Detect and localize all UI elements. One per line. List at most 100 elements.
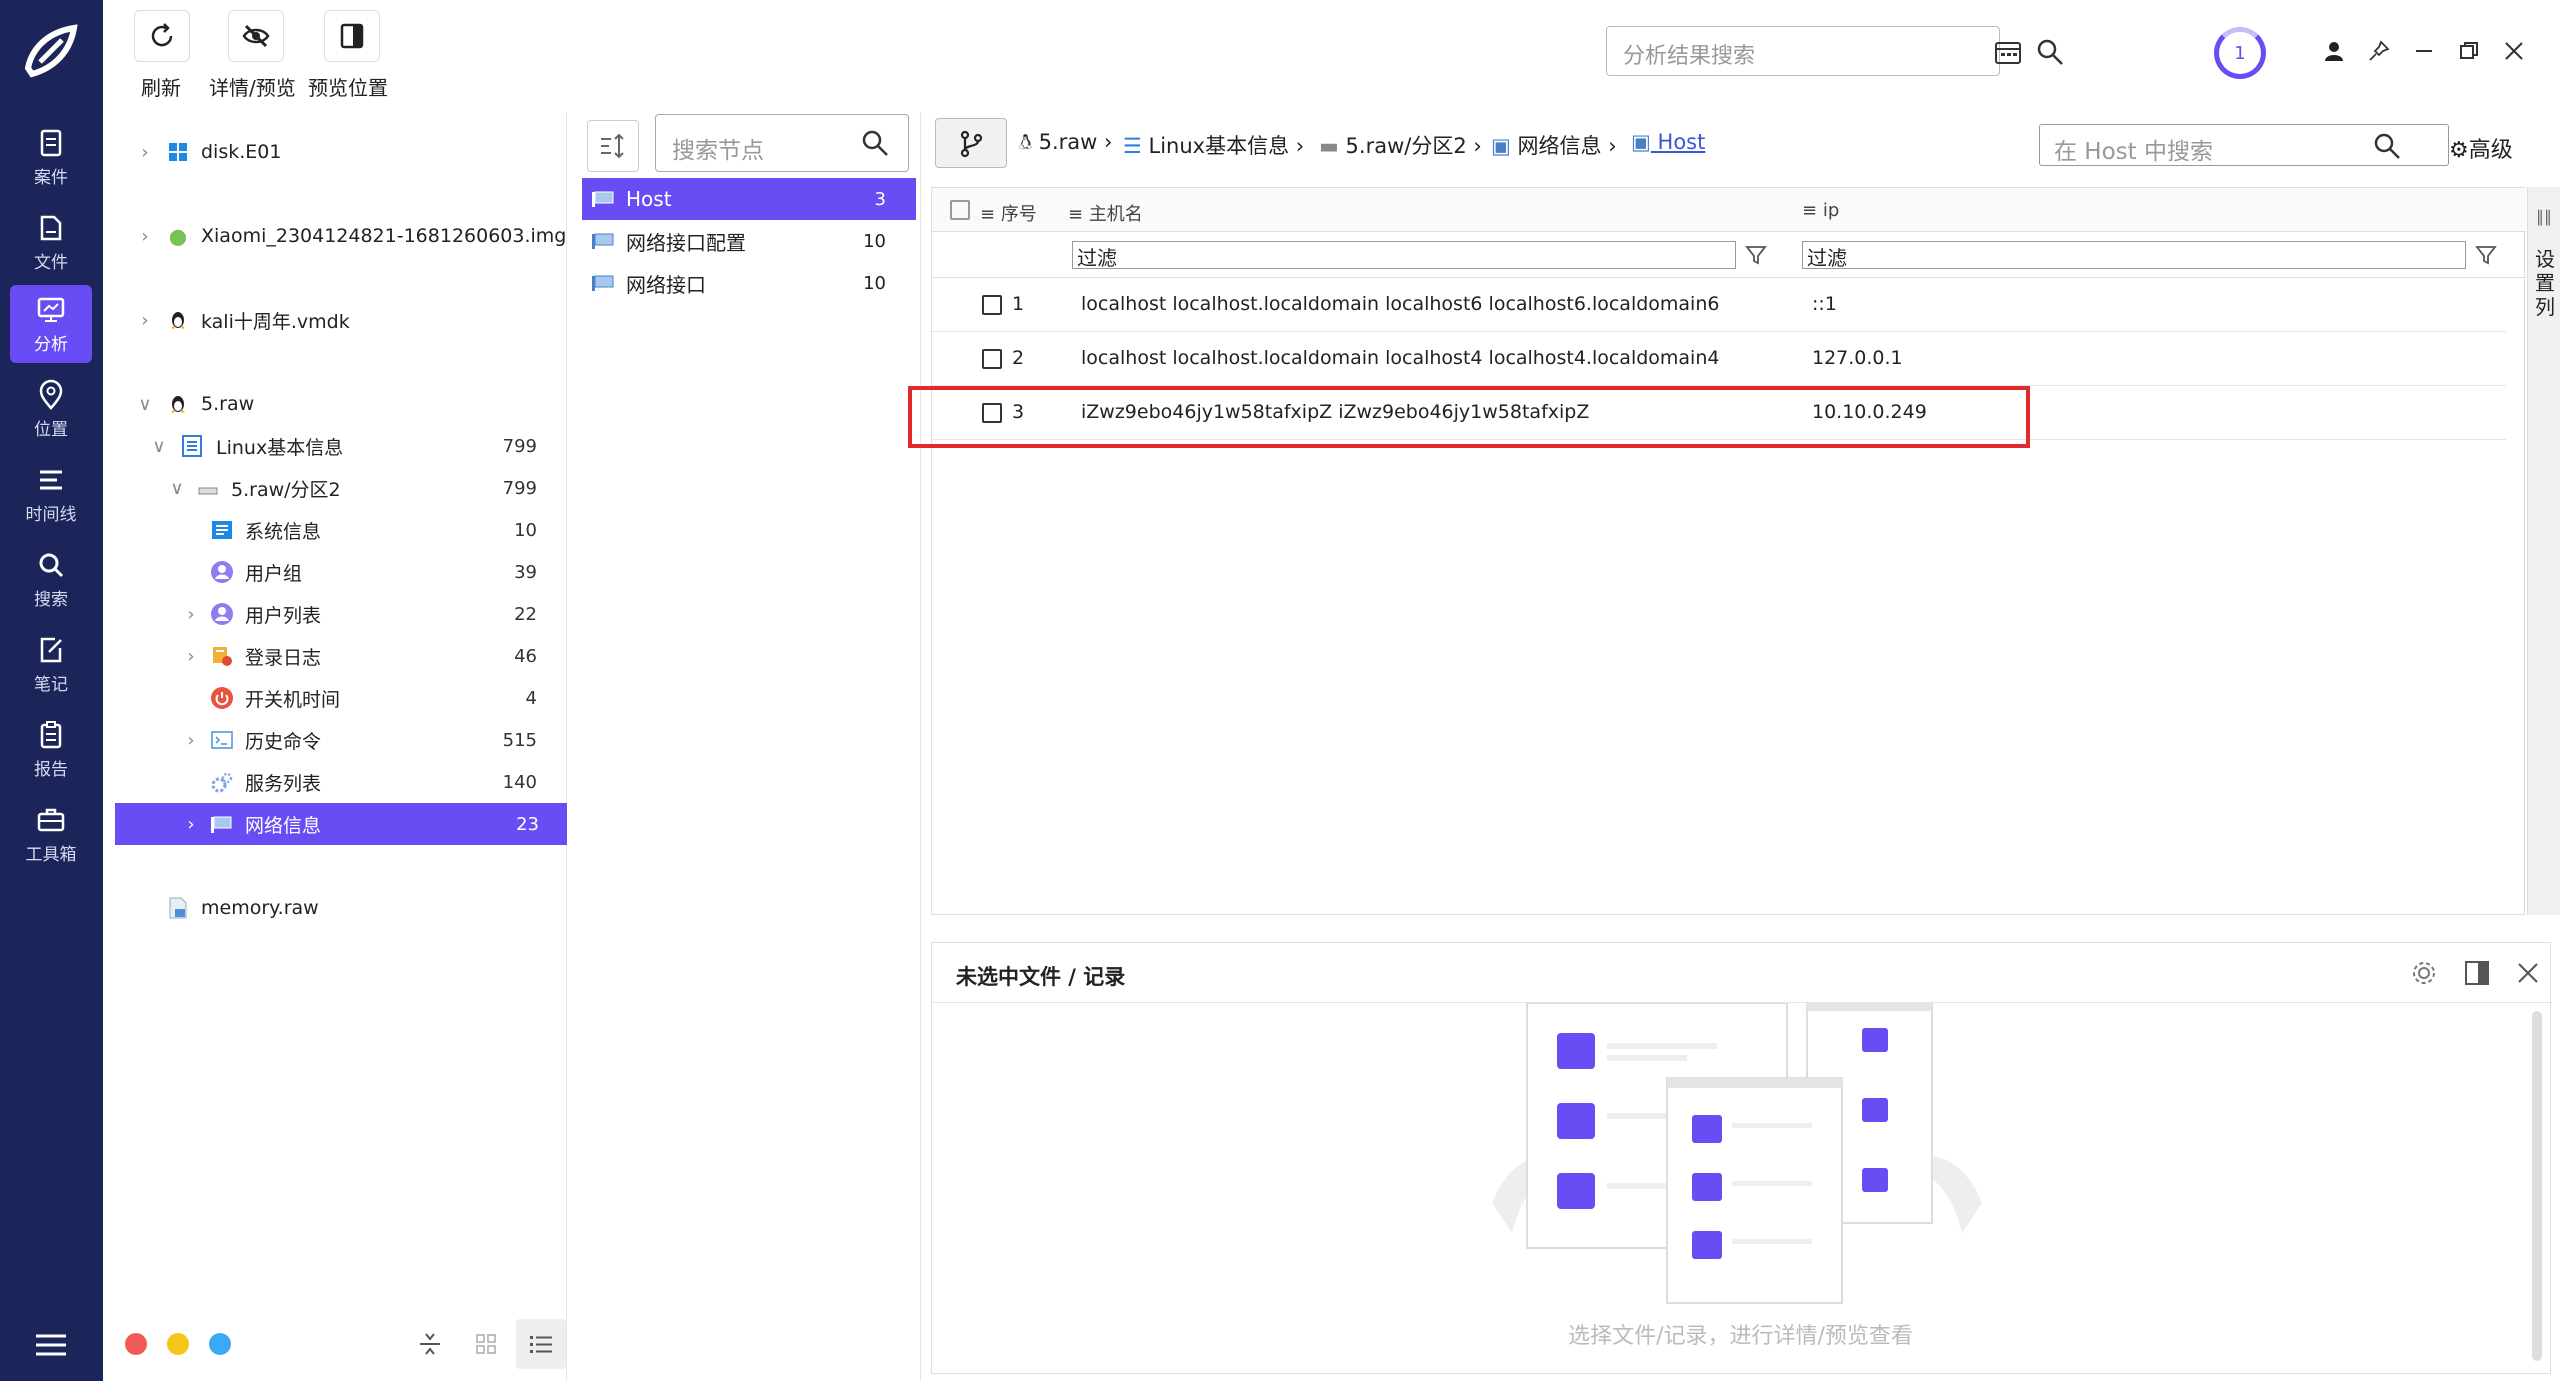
restore-icon[interactable] [2458,40,2480,62]
tree-item-label: 系统信息 [245,520,322,543]
crumb-network-info[interactable]: ▣ 网络信息 › [1491,130,1617,160]
settings-icon[interactable] [2410,959,2438,987]
crumb-label: Host [1657,130,1706,154]
sort-button[interactable] [587,120,639,172]
nav-notes[interactable]: 笔记 [10,625,92,703]
tree-item-user-list[interactable]: › 用户列表 22 [103,593,567,635]
tree-item-history-cmd[interactable]: › 历史命令 515 [103,719,567,761]
column-settings-tab[interactable]: ∥∥ 设置列 [2527,187,2560,915]
chevron-right-icon[interactable]: › [181,604,201,625]
node-item-interface-config[interactable]: 网络接口配置 10 [582,220,916,262]
close-icon[interactable] [2503,40,2525,62]
ip-filter-input[interactable]: 过滤 [1802,241,2466,270]
tree-item-login-log[interactable]: › 登录日志 46 [103,635,567,677]
search-icon[interactable] [860,128,890,158]
filter-icon[interactable] [1744,243,1768,267]
chevron-right-icon[interactable]: › [181,730,201,751]
tree-item-service-list[interactable]: 服务列表 140 [103,761,567,803]
tree-item-label: 用户组 [245,562,303,585]
refresh-button[interactable] [134,10,190,62]
chevron-down-icon[interactable]: ∨ [167,478,187,499]
tree-item-5-raw[interactable]: ∨ 5.raw [103,383,567,425]
branch-button[interactable] [935,118,1007,168]
nav-toolbox[interactable]: 工具箱 [10,795,92,873]
nav-analysis[interactable]: 分析 [10,285,92,363]
crumb-linux-info[interactable]: ☰ Linux基本信息 › [1123,130,1304,160]
search-icon[interactable] [2035,37,2065,67]
close-icon[interactable] [2516,961,2540,985]
row-number: 1 [1012,293,1025,315]
column-header-seq[interactable]: ≡ 序号 [980,200,1037,226]
column-header-ip[interactable]: ≡ ip [1802,200,1839,221]
tree-item-count: 22 [514,603,537,625]
filter-icon[interactable] [2474,243,2498,267]
chevron-down-icon[interactable]: ∨ [135,394,155,415]
collapse-icon[interactable] [417,1331,443,1357]
table-row[interactable]: 2 localhost localhost.localdomain localh… [932,332,2506,386]
node-item-interface[interactable]: 网络接口 10 [582,262,916,304]
nav-location[interactable]: 位置 [10,370,92,448]
list-doc-icon: ☰ [1123,134,1142,158]
table-row[interactable]: 1 localhost localhost.localdomain localh… [932,278,2506,332]
chevron-down-icon[interactable]: ∨ [149,436,169,457]
search-icon[interactable] [2372,131,2402,161]
user-icon[interactable] [2323,40,2345,62]
node-item-count: 10 [863,230,886,252]
panel-right-icon[interactable] [2463,959,2491,987]
nav-report[interactable]: 报告 [10,710,92,788]
network-icon [592,233,614,249]
row-checkbox[interactable] [982,295,1002,315]
crumb-partition2[interactable]: ▬ 5.raw/分区2 › [1319,130,1482,160]
column-settings-icon: ∥∥ [2536,207,2552,226]
select-all-checkbox[interactable] [950,200,970,220]
menu-icon[interactable] [34,1330,68,1360]
node-search-input[interactable]: 搜索节点 [655,114,909,172]
chevron-right-icon[interactable]: › [135,142,155,163]
list-view-button[interactable] [516,1319,566,1369]
tree-item-xiaomi-img[interactable]: › ⬤ Xiaomi_2304124821-1681260603.img [103,215,567,257]
chevron-right-icon[interactable]: › [135,310,155,331]
user-group-icon [211,561,233,583]
detail-preview-button[interactable] [228,10,284,62]
host-search-input[interactable]: 在 Host 中搜索 [2039,124,2449,166]
tree-item-system-info[interactable]: 系统信息 10 [103,509,567,551]
tree-item-disk-e01[interactable]: › disk.E01 [103,131,567,173]
chevron-right-icon[interactable]: › [181,814,201,835]
preview-scrollbar[interactable] [2532,1011,2542,1361]
red-tag-dot[interactable] [125,1333,147,1355]
tree-item-partition2[interactable]: ∨ 5.raw/分区2 799 [103,467,567,509]
nav-search[interactable]: 搜索 [10,540,92,618]
node-item-host[interactable]: Host 3 [582,178,916,220]
tree-item-network-info[interactable]: › 网络信息 23 [115,803,569,845]
tree-item-label: 服务列表 [245,772,322,795]
column-header-host[interactable]: ≡ 主机名 [1068,200,1143,226]
preview-position-button[interactable] [324,10,380,62]
tree-item-linux-info[interactable]: ∨ Linux基本信息 799 [103,425,567,467]
blue-tag-dot[interactable] [209,1333,231,1355]
tree-item-user-group[interactable]: 用户组 39 [103,551,567,593]
grid-view-icon[interactable] [475,1333,497,1355]
chevron-right-icon[interactable]: › [135,226,155,247]
system-info-icon [211,519,233,541]
task-progress-indicator[interactable]: 1 [2214,27,2266,79]
nav-file[interactable]: 文件 [10,203,92,281]
app-window: 案件 文件 分析 位置 时间线 搜索 笔记 报告 工具箱 刷新 详情/预览 预览… [0,0,2560,1381]
advanced-search-button[interactable]: ⚙高级 [2449,132,2513,164]
pin-icon[interactable] [2368,40,2390,62]
calendar-icon[interactable] [1993,37,2023,67]
yellow-tag-dot[interactable] [167,1333,189,1355]
nav-case[interactable]: 案件 [10,118,92,196]
analysis-search-input[interactable]: 分析结果搜索 [1606,26,2063,76]
chevron-right-icon[interactable]: › [181,646,201,667]
minimize-icon[interactable] [2413,40,2435,62]
crumb-host[interactable]: ▣ Host [1631,130,1705,154]
tree-item-power-time[interactable]: 开关机时间 4 [103,677,567,719]
row-checkbox[interactable] [982,349,1002,369]
tree-item-count: 799 [502,477,537,499]
tree-item-count: 46 [514,645,537,667]
host-filter-input[interactable]: 过滤 [1072,241,1736,270]
nav-timeline[interactable]: 时间线 [10,455,92,533]
tree-item-memory-raw[interactable]: memory.raw [103,887,567,929]
crumb-5-raw[interactable]: 🐧︎ 5.raw › [1019,130,1112,158]
tree-item-kali-vmdk[interactable]: › kali十周年.vmdk [103,299,567,341]
